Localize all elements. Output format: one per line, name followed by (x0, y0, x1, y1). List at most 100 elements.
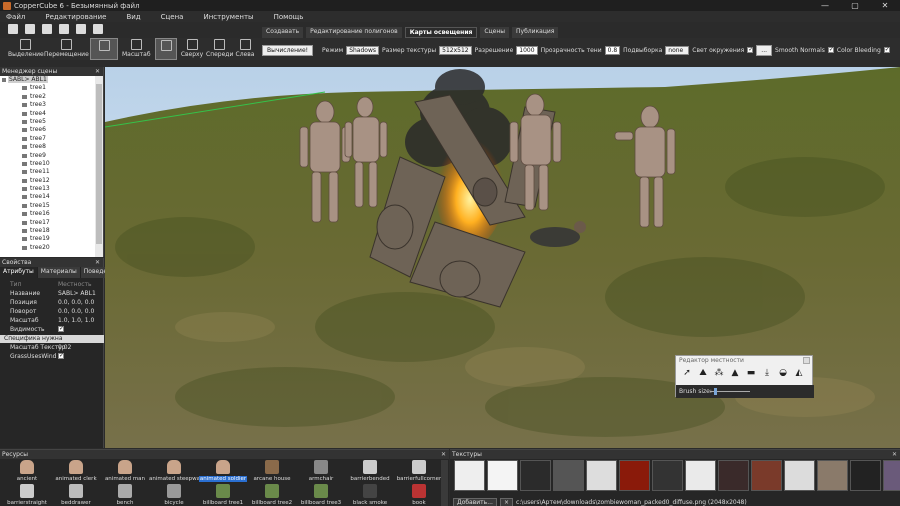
brush-size-handle[interactable] (714, 388, 717, 395)
tab-materials[interactable]: Материалы (37, 267, 81, 278)
add-texture-button[interactable]: Добавить... (453, 497, 497, 506)
menu-file[interactable]: Файл (6, 13, 25, 21)
ambient-color-button[interactable]: ... (756, 44, 773, 56)
rotate-tool[interactable] (90, 38, 118, 60)
texture-thumb[interactable] (850, 460, 881, 491)
resource-item[interactable]: arcane house (247, 459, 297, 483)
ambient-checkbox[interactable] (747, 46, 753, 53)
resources-scrollbar[interactable] (441, 460, 448, 506)
tree-item[interactable]: tree17 (0, 219, 96, 227)
tree-item[interactable]: tree4 (0, 110, 96, 118)
resource-item[interactable]: bicycle (149, 483, 199, 506)
save-file-icon[interactable] (42, 24, 52, 34)
menu-edit[interactable]: Редактирование (45, 13, 106, 21)
prop-row-visibility[interactable]: Видимость (0, 325, 104, 334)
tab-attributes[interactable]: Атрибуты (0, 267, 38, 278)
paint-grass-icon[interactable]: ⁂ (713, 368, 725, 379)
tree-item[interactable]: tree18 (0, 227, 96, 235)
close-icon[interactable]: ✕ (95, 258, 100, 267)
flatten-terrain-icon[interactable]: ▬ (745, 368, 757, 379)
texture-thumb[interactable] (586, 460, 617, 491)
tab-scenes[interactable]: Сцены (480, 27, 510, 38)
terrain-settings-icon[interactable]: ◭ (793, 368, 805, 379)
texture-thumb[interactable] (817, 460, 848, 491)
scrollbar-thumb[interactable] (96, 84, 102, 244)
tree-item[interactable]: tree16 (0, 210, 96, 218)
open-file-icon[interactable] (25, 24, 35, 34)
prop-row-rotation[interactable]: Поворот 0.0, 0.0, 0.0 (0, 308, 104, 316)
undo-icon[interactable] (76, 24, 86, 34)
cursor-icon[interactable]: ➚ (681, 368, 693, 379)
remove-texture-button[interactable]: × (499, 497, 513, 506)
resource-item[interactable]: barrierstraight (2, 483, 52, 506)
prop-row-texture-scale[interactable]: Масштаб Текстур 0.02 (0, 344, 104, 352)
tree-item[interactable]: tree19 (0, 235, 96, 243)
select-tool[interactable]: Выделение (8, 38, 44, 60)
texture-thumb[interactable] (751, 460, 782, 491)
tree-item[interactable]: tree20 (0, 244, 96, 252)
tree-item[interactable]: tree12 (0, 177, 96, 185)
maximize-icon[interactable]: ▢ (840, 0, 870, 11)
resolution-input[interactable]: 1000 (516, 45, 538, 55)
close-icon[interactable]: ✕ (892, 450, 897, 459)
texture-thumb[interactable] (487, 460, 518, 491)
resource-item[interactable]: billboard tree1 (198, 483, 248, 506)
resource-item[interactable]: billboard tree3 (296, 483, 346, 506)
resource-item[interactable]: black smoke (345, 483, 395, 506)
texture-thumb[interactable] (685, 460, 716, 491)
resource-item[interactable]: beddrawer (51, 483, 101, 506)
menu-view[interactable]: Вид (126, 13, 140, 21)
grass-wind-checkbox[interactable] (58, 352, 64, 359)
lower-terrain-icon[interactable]: ⤓ (761, 368, 773, 379)
move-tool[interactable]: Перемещение (44, 38, 89, 60)
prop-group-header[interactable]: Специфика нужна (0, 335, 104, 343)
resource-item[interactable]: bench (100, 483, 150, 506)
resource-item[interactable]: animated clerk (51, 459, 101, 483)
scene-tree-scrollbar[interactable] (95, 76, 103, 257)
close-icon[interactable]: ✕ (870, 0, 900, 11)
tree-item[interactable]: tree3 (0, 101, 96, 109)
scene-tree[interactable]: SABL> ABL1 tree1 tree2 tree3 tree4 tree5 tree… (0, 76, 96, 257)
resource-item[interactable]: book (394, 483, 444, 506)
tree-item[interactable]: tree14 (0, 193, 96, 201)
view-left-tool[interactable]: Слева (234, 38, 256, 60)
scale-tool[interactable]: Масштаб (122, 38, 151, 60)
tree-item[interactable]: tree11 (0, 168, 96, 176)
resource-item[interactable]: billboard tree2 (247, 483, 297, 506)
resource-item[interactable]: animated man (100, 459, 150, 483)
tab-publish[interactable]: Публикация (512, 27, 559, 38)
mode-select[interactable]: Shadows (346, 45, 379, 55)
resource-item[interactable]: barrierfullcorner (394, 459, 444, 483)
visibility-checkbox[interactable] (58, 325, 64, 332)
tree-item[interactable]: tree15 (0, 202, 96, 210)
view-3d-tool[interactable] (155, 38, 177, 60)
prop-row-scale[interactable]: Масштаб 1.0, 1.0, 1.0 (0, 317, 104, 325)
resource-item[interactable]: ancient (2, 459, 52, 483)
tab-create[interactable]: Создавать (262, 27, 304, 38)
texture-thumb[interactable] (718, 460, 749, 491)
raise-terrain-icon[interactable]: ⛰ (697, 368, 709, 379)
tree-root-node[interactable]: SABL> ABL1 (0, 76, 96, 84)
resource-item[interactable]: animated steepwalker (149, 459, 210, 483)
tree-item[interactable]: tree1 (0, 84, 96, 92)
prop-row-position[interactable]: Позиция 0.0, 0.0, 0.0 (0, 299, 104, 307)
view-front-tool[interactable]: Спереди (206, 38, 233, 60)
cut-icon[interactable] (59, 24, 69, 34)
paint-texture-icon[interactable]: ◒ (777, 368, 789, 379)
tree-item[interactable]: tree6 (0, 126, 96, 134)
close-icon[interactable]: ✕ (441, 450, 446, 459)
texture-thumb[interactable] (553, 460, 584, 491)
resource-item[interactable]: barrierbended (345, 459, 395, 483)
menu-tools[interactable]: Инструменты (203, 13, 253, 21)
prop-row-grass-wind[interactable]: GrassUsesWind (0, 352, 104, 361)
new-file-icon[interactable] (8, 24, 18, 34)
texture-thumb[interactable] (520, 460, 551, 491)
tree-item[interactable]: tree2 (0, 93, 96, 101)
texture-thumb[interactable] (619, 460, 650, 491)
tree-item[interactable]: tree7 (0, 135, 96, 143)
color-bleeding-checkbox[interactable] (883, 46, 890, 53)
texture-thumb[interactable] (652, 460, 683, 491)
prop-row-name[interactable]: Название SABL> ABL1 (0, 290, 104, 298)
tab-polygon-edit[interactable]: Редактирование полигонов (306, 27, 402, 38)
tree-item[interactable]: tree13 (0, 185, 96, 193)
